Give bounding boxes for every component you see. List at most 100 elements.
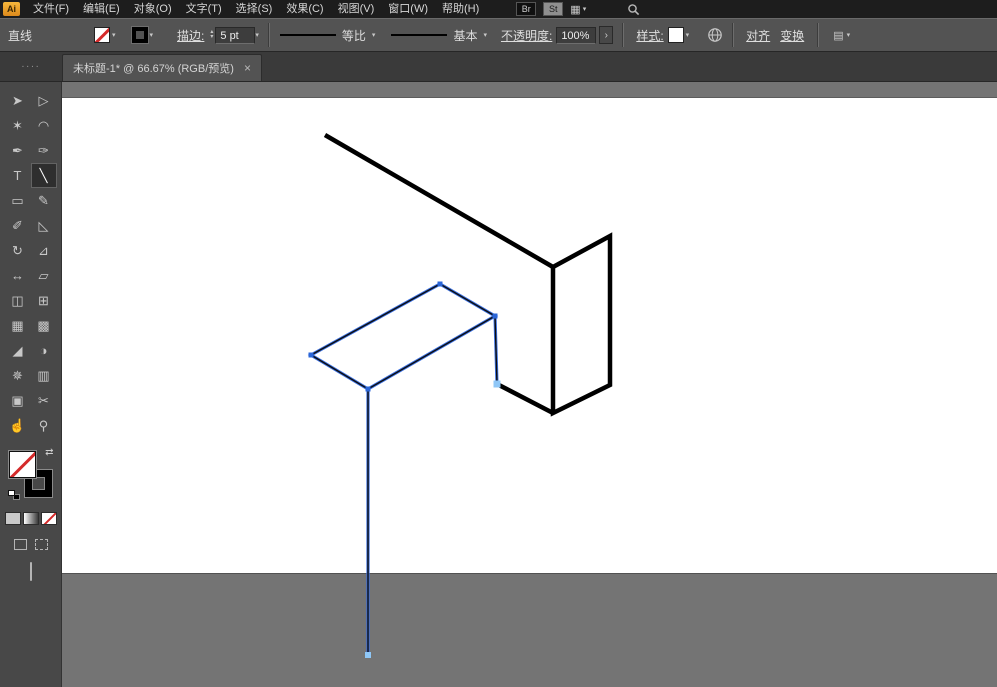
stock-button[interactable]: St xyxy=(543,2,564,16)
tools-panel-drag-handle[interactable]: ∙∙∙∙ xyxy=(0,53,62,81)
menu-view[interactable]: 视图(V) xyxy=(331,0,382,18)
align-button[interactable]: 对齐 xyxy=(746,27,770,44)
menu-select[interactable]: 选择(S) xyxy=(229,0,280,18)
opacity-value[interactable]: 100% xyxy=(556,26,597,44)
menu-type[interactable]: 文字(T) xyxy=(179,0,229,18)
direct-selection-tool[interactable]: ▷ xyxy=(31,88,57,113)
tab-close-icon[interactable]: × xyxy=(244,61,251,75)
opacity-expand-button[interactable]: › xyxy=(599,26,614,44)
free-transform-tool[interactable]: ▱ xyxy=(31,263,57,288)
panel-connector-stroke[interactable] xyxy=(495,382,555,415)
screen-mode-icon[interactable] xyxy=(29,562,32,581)
eyedropper-tool-icon: ◢ xyxy=(12,342,23,358)
eraser-tool[interactable]: ◺ xyxy=(31,213,57,238)
menu-object[interactable]: 对象(O) xyxy=(127,0,179,18)
none-slash-icon xyxy=(95,28,109,42)
search-icon[interactable] xyxy=(627,3,640,16)
brush-tool[interactable]: ✑ xyxy=(31,138,57,163)
tools-grid: ➤ ▷ ✶ ◠ ✒ ✑ T ╲ ▭ ✎ ✐ ◺ ↻ ⊿ ↔ ▱ ◫ ⊞ ▦ ▩ ◢ ◑ ✵ ▥ ▣ ✂ ☝ ⚲ xyxy=(5,88,57,438)
pen-tool[interactable]: ✒ xyxy=(5,138,31,163)
app-logo-icon[interactable]: Ai xyxy=(3,2,20,16)
brush-definition-select[interactable]: 基本 ▾ xyxy=(391,27,487,44)
rotate-tool[interactable]: ↻ xyxy=(5,238,31,263)
style-label[interactable]: 样式: xyxy=(636,27,663,44)
zoom-tool[interactable]: ⚲ xyxy=(31,413,57,438)
column-graph-tool[interactable]: ▥ xyxy=(31,363,57,388)
rectangle-tool[interactable]: ▭ xyxy=(5,188,31,213)
anchor-point[interactable] xyxy=(437,281,443,287)
fill-color-dropdown[interactable]: ▾ xyxy=(94,27,116,43)
stroke-weight-label[interactable]: 描边: xyxy=(177,27,204,44)
gradient-tool[interactable]: ▩ xyxy=(31,313,57,338)
free-transform-tool-icon: ▱ xyxy=(38,267,49,283)
width-tool-icon: ↔ xyxy=(11,268,24,283)
scale-tool[interactable]: ⊿ xyxy=(31,238,57,263)
line-segment-tool-icon: ╲ xyxy=(39,167,48,183)
canvas-artwork[interactable] xyxy=(62,82,997,687)
paintbrush-tool-icon: ✎ xyxy=(38,192,49,208)
paintbrush-tool[interactable]: ✎ xyxy=(31,188,57,213)
recolor-artwork-icon[interactable] xyxy=(707,27,723,43)
fill-color-indicator[interactable] xyxy=(8,451,36,478)
divider xyxy=(267,23,269,47)
main-area: ➤ ▷ ✶ ◠ ✒ ✑ T ╲ ▭ ✎ ✐ ◺ ↻ ⊿ ↔ ▱ ◫ ⊞ ▦ ▩ ◢ ◑ ✵ ▥ ▣ ✂ ☝ ⚲ ⇄ xyxy=(0,82,997,687)
default-fill-stroke-icon[interactable] xyxy=(7,490,20,500)
fill-none-swatch xyxy=(94,27,110,43)
shape-builder-tool[interactable]: ◫ xyxy=(5,288,31,313)
document-tab-title: 未标题-1* @ 66.67% (RGB/预览) xyxy=(73,63,234,75)
stroke-weight-stepper[interactable]: ▴ ▾ xyxy=(210,29,213,40)
line-segment-tool[interactable]: ╲ xyxy=(30,163,57,188)
menu-help[interactable]: 帮助(H) xyxy=(435,0,486,18)
anchor-point[interactable] xyxy=(493,380,501,388)
canvas-area xyxy=(62,82,997,687)
menu-file[interactable]: 文件(F) xyxy=(26,0,76,18)
width-profile-select[interactable]: 等比 ▾ xyxy=(279,27,375,44)
blend-tool[interactable]: ◑ xyxy=(31,338,57,363)
screen-mode-row xyxy=(29,562,32,581)
anchor-point[interactable] xyxy=(365,386,371,392)
color-button[interactable] xyxy=(4,512,21,525)
menu-edit[interactable]: 编辑(E) xyxy=(76,0,127,18)
document-tab[interactable]: 未标题-1* @ 66.67% (RGB/预览) × xyxy=(62,54,262,81)
draw-normal-icon[interactable] xyxy=(13,539,27,550)
none-button[interactable] xyxy=(40,512,57,525)
menu-window[interactable]: 窗口(W) xyxy=(381,0,435,18)
hand-tool[interactable]: ☝ xyxy=(5,413,31,438)
divider xyxy=(817,23,819,47)
pencil-tool[interactable]: ✐ xyxy=(5,213,31,238)
none-slash-icon xyxy=(9,452,35,477)
transform-button[interactable]: 变换 xyxy=(780,27,804,44)
pen-tool-icon: ✒ xyxy=(12,142,23,158)
workspace-switcher-button[interactable]: ▦ ▾ xyxy=(570,3,586,16)
selection-tool[interactable]: ➤ xyxy=(5,88,31,113)
style-swatch-dropdown[interactable]: ▾ xyxy=(667,27,689,43)
long-diagonal-stroke[interactable] xyxy=(323,133,555,269)
opacity-label[interactable]: 不透明度: xyxy=(501,27,552,44)
draw-inside-icon[interactable] xyxy=(34,539,48,550)
mesh-tool[interactable]: ▦ xyxy=(5,313,31,338)
right-panel-parallelogram[interactable] xyxy=(550,232,613,417)
anchor-point[interactable] xyxy=(365,652,371,658)
stroke-profile-line-icon xyxy=(279,34,336,36)
menubar: Ai 文件(F) 编辑(E) 对象(O) 文字(T) 选择(S) 效果(C) 视图(V) 窗口… xyxy=(0,0,997,18)
gradient-button[interactable] xyxy=(22,512,39,525)
brush-stroke-line-icon xyxy=(391,34,448,36)
anchor-point[interactable] xyxy=(492,313,498,319)
control-panel-menu-button[interactable]: ▤ ▾ xyxy=(833,29,850,42)
lasso-tool[interactable]: ◠ xyxy=(31,113,57,138)
stroke-color-dropdown[interactable]: ▾ xyxy=(131,27,153,43)
type-tool[interactable]: T xyxy=(5,163,31,188)
slice-tool[interactable]: ✂ xyxy=(31,388,57,413)
symbol-sprayer-tool[interactable]: ✵ xyxy=(5,363,31,388)
bridge-button[interactable]: Br xyxy=(516,2,537,16)
anchor-point[interactable] xyxy=(308,352,314,358)
eyedropper-tool[interactable]: ◢ xyxy=(5,338,31,363)
stroke-weight-value[interactable]: 5 pt xyxy=(215,26,256,44)
width-tool[interactable]: ↔ xyxy=(5,263,31,288)
artboard-tool[interactable]: ▣ xyxy=(5,388,31,413)
eraser-tool-icon: ◺ xyxy=(38,217,49,233)
swap-fill-stroke-icon[interactable]: ⇄ xyxy=(45,448,53,458)
magic-wand-tool[interactable]: ✶ xyxy=(5,113,31,138)
menu-effect[interactable]: 效果(C) xyxy=(279,0,330,18)
perspective-grid-tool[interactable]: ⊞ xyxy=(31,288,57,313)
